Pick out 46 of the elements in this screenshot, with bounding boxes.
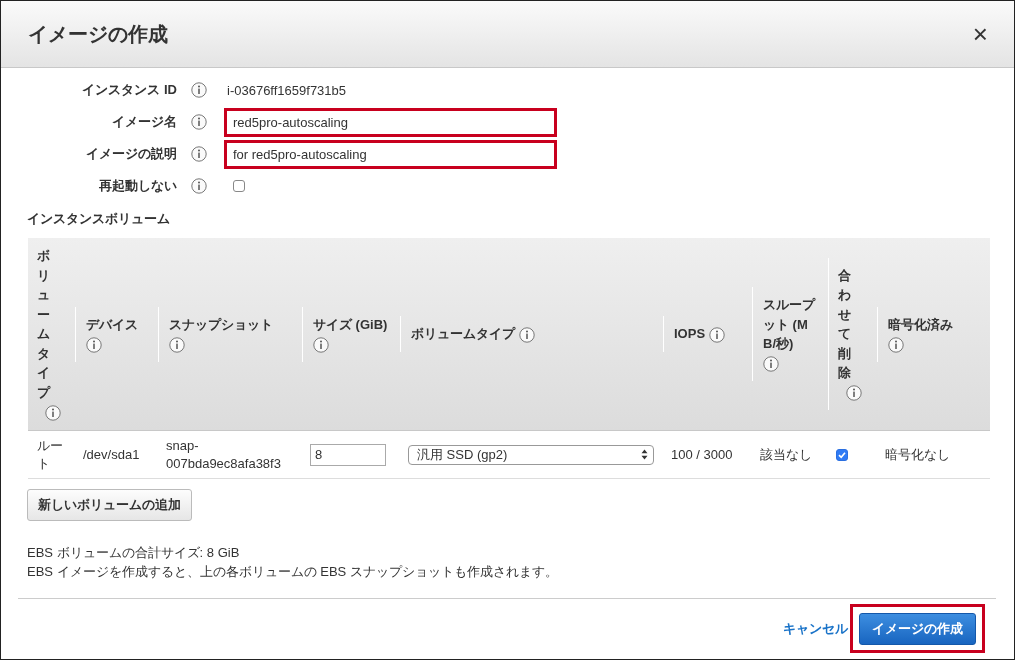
column-header: 合わせて削除 [838,266,851,383]
column-header: デバイス [86,315,138,334]
info-icon[interactable] [888,336,904,353]
info-icon[interactable] [763,356,779,373]
table-cell: 暗号化なし [885,446,950,462]
close-button[interactable]: × [972,21,988,47]
info-icon[interactable] [518,326,535,343]
column-header: ボリュームタイプ [37,247,50,402]
table-cell: 該当なし [760,446,812,462]
info-icon[interactable] [846,385,862,402]
info-icon[interactable] [708,326,725,343]
column-header: IOPS [674,325,706,344]
volume-type-select[interactable]: 汎用 SSD (gp2) [408,444,654,465]
info-icon[interactable] [169,336,185,353]
table-cell: snap-007bda9ec8afa38f3 [166,438,281,471]
info-icon[interactable] [313,336,329,353]
add-volume-button[interactable]: 新しいボリュームの追加 [27,489,192,522]
create-image-button[interactable]: イメージの作成 [859,613,976,646]
table-cell: /dev/sda1 [83,446,140,462]
info-icon[interactable] [191,114,207,130]
table-cell: 100 / 3000 [671,446,733,462]
checkbox[interactable] [233,180,245,192]
info-icon[interactable] [86,336,102,353]
field-label: イメージ名 [111,113,178,131]
column-header: スナップショット [169,315,273,334]
section-title: インスタンスボリューム [27,210,171,228]
size-input[interactable]: 8 [310,443,386,466]
column-header: スループット (MB/秒) [763,296,817,353]
info-icon[interactable] [191,82,207,98]
field-label: インスタンス ID [81,81,178,99]
cancel-link[interactable]: キャンセル [783,619,848,638]
column-header: ボリュームタイプ [411,325,515,344]
field-label: 再起動しない [98,177,178,195]
column-header: 暗号化済み [888,315,953,334]
checkbox[interactable] [836,448,848,461]
info-icon[interactable] [45,404,61,421]
column-header: サイズ (GiB) [313,315,388,334]
select-arrows-icon [641,449,648,461]
summary-text: EBS ボリュームの合計サイズ: 8 GiB [27,544,241,563]
field-label: イメージの説明 [85,145,178,163]
info-icon[interactable] [191,146,207,162]
summary-text: EBS イメージを作成すると、上の各ボリュームの EBS スナップショットも作成されます。 [27,563,559,582]
dialog-title: イメージの作成 [28,21,168,47]
table-cell: ルート [37,437,63,473]
instance-id-value: i-03676ff1659f731b5 [227,82,347,98]
info-icon[interactable] [191,178,207,194]
